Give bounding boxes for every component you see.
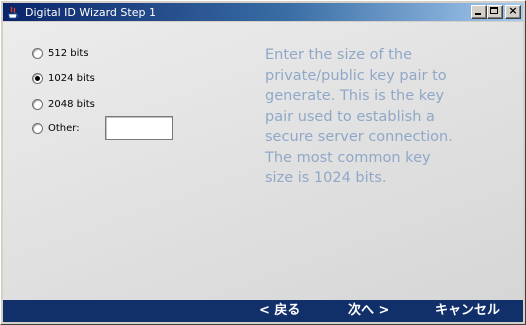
wizard-window: Digital ID Wizard Step 1 × 512 bits 1024…	[0, 0, 526, 325]
maximize-button[interactable]	[487, 5, 503, 19]
title-bar[interactable]: Digital ID Wizard Step 1 ×	[3, 3, 523, 21]
minimize-icon	[475, 13, 481, 15]
option-label: 2048 bits	[48, 98, 95, 110]
navigation-bar: < 戻る 次へ > キャンセル	[3, 300, 523, 322]
option-other[interactable]: Other:	[32, 121, 80, 135]
option-label: 1024 bits	[48, 72, 95, 84]
close-button[interactable]: ×	[505, 5, 521, 19]
close-icon: ×	[508, 4, 518, 17]
option-label: Other:	[48, 122, 80, 134]
window-title: Digital ID Wizard Step 1	[25, 5, 156, 19]
key-size-description: Enter the size of the private/public key…	[265, 47, 453, 186]
option-label: 512 bits	[48, 47, 89, 59]
maximize-icon	[490, 7, 498, 14]
radio-other[interactable]	[32, 122, 43, 134]
window-controls: ×	[471, 5, 521, 19]
radio-1024-bits[interactable]	[32, 72, 43, 84]
radio-2048-bits[interactable]	[32, 98, 43, 110]
back-button[interactable]: < 戻る	[259, 302, 300, 320]
radio-512-bits[interactable]	[32, 47, 43, 59]
option-2048-bits[interactable]: 2048 bits	[32, 97, 95, 111]
next-button[interactable]: 次へ >	[348, 302, 389, 320]
option-512-bits[interactable]: 512 bits	[32, 46, 89, 60]
cancel-button[interactable]: キャンセル	[435, 302, 500, 320]
option-1024-bits[interactable]: 1024 bits	[32, 71, 95, 85]
minimize-button[interactable]	[471, 5, 487, 19]
wizard-content: 512 bits 1024 bits 2048 bits Other: Ente…	[3, 22, 523, 300]
java-cup-icon	[6, 5, 20, 19]
other-key-size-field[interactable]	[105, 116, 173, 140]
